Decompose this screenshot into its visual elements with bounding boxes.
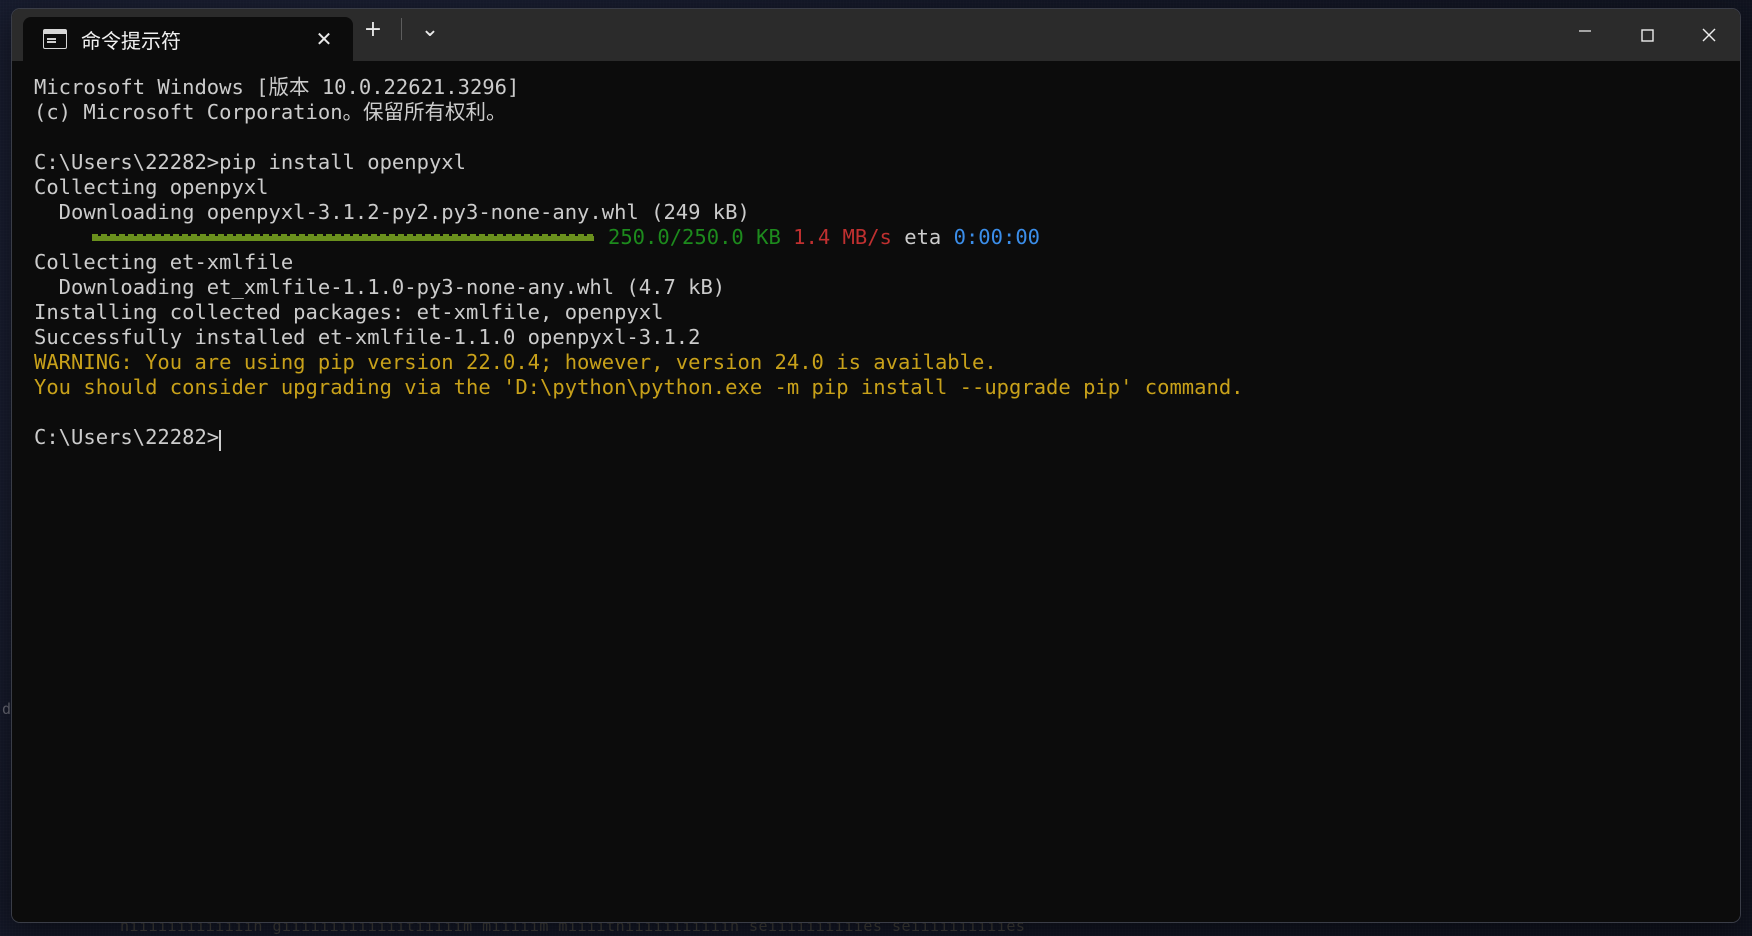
terminal-line-blank-2 [34, 400, 1740, 425]
terminal-prompt-line: C:\Users\22282> [34, 425, 1740, 451]
maximize-icon [1641, 29, 1654, 42]
minimize-button[interactable] [1554, 9, 1616, 61]
title-bar[interactable]: 命令提示符 ✕ + ⌄ [12, 9, 1740, 61]
tab-command-prompt[interactable]: 命令提示符 ✕ [23, 17, 353, 61]
chevron-down-icon[interactable]: ⌄ [410, 12, 450, 46]
tab-strip: 命令提示符 ✕ [12, 9, 353, 61]
progress-space-2 [892, 225, 904, 250]
minimize-icon [1579, 30, 1591, 32]
tab-actions-divider [401, 18, 402, 40]
close-button[interactable] [1678, 9, 1740, 61]
tab-close-icon[interactable]: ✕ [307, 22, 341, 56]
terminal-output[interactable]: Microsoft Windows [版本 10.0.22621.3296] (… [12, 61, 1740, 922]
progress-space-1 [781, 225, 793, 250]
window-controls [1554, 9, 1740, 61]
terminal-line-downloading-etxmlfile: Downloading et_xmlfile-1.1.0-py3-none-an… [34, 275, 726, 299]
terminal-window: 命令提示符 ✕ + ⌄ Microsoft Windows [版本 10.0.2… [11, 8, 1741, 923]
terminal-line-warning: WARNING: You are using pip version 22.0.… [34, 350, 997, 374]
terminal-line-command: C:\Users\22282>pip install openpyxl [34, 150, 466, 174]
progress-eta-value: 0:00:00 [953, 225, 1041, 249]
terminal-line-downloading-openpyxl: Downloading openpyxl-3.1.2-py2.py3-none-… [34, 200, 750, 224]
progress-size: 250.0/250.0 KB [608, 225, 781, 249]
terminal-prompt: C:\Users\22282> [34, 425, 220, 449]
terminal-line-copyright: (c) Microsoft Corporation。保留所有权利。 [34, 100, 507, 124]
progress-eta-label: eta [904, 225, 942, 249]
close-icon [1702, 28, 1716, 42]
terminal-line-upgrade-hint: You should consider upgrading via the 'D… [34, 375, 1244, 399]
new-tab-button[interactable]: + [353, 12, 393, 46]
maximize-button[interactable] [1616, 9, 1678, 61]
terminal-line-collecting-etxmlfile: Collecting et-xmlfile [34, 250, 294, 274]
terminal-line-blank-1 [34, 125, 1740, 150]
terminal-cursor [219, 430, 222, 451]
terminal-line-installing: Installing collected packages: et-xmlfil… [34, 300, 664, 324]
tab-title: 命令提示符 [81, 28, 181, 53]
download-progress-row: 250.0/250.0 KB 1.4 MB/s eta 0:00:00 [34, 225, 1740, 250]
tab-strip-actions: + ⌄ [353, 9, 450, 61]
terminal-line-collecting-openpyxl: Collecting openpyxl [34, 175, 269, 199]
progress-speed: 1.4 MB/s [793, 225, 892, 249]
desktop-left-char: d [2, 700, 12, 718]
terminal-line-success: Successfully installed et-xmlfile-1.1.0 … [34, 325, 701, 349]
title-bar-drag-region[interactable] [450, 9, 1554, 61]
terminal-line-version: Microsoft Windows [版本 10.0.22621.3296] [34, 75, 520, 99]
progress-bar [92, 234, 594, 241]
console-icon [43, 29, 67, 49]
progress-space-3 [941, 225, 953, 250]
